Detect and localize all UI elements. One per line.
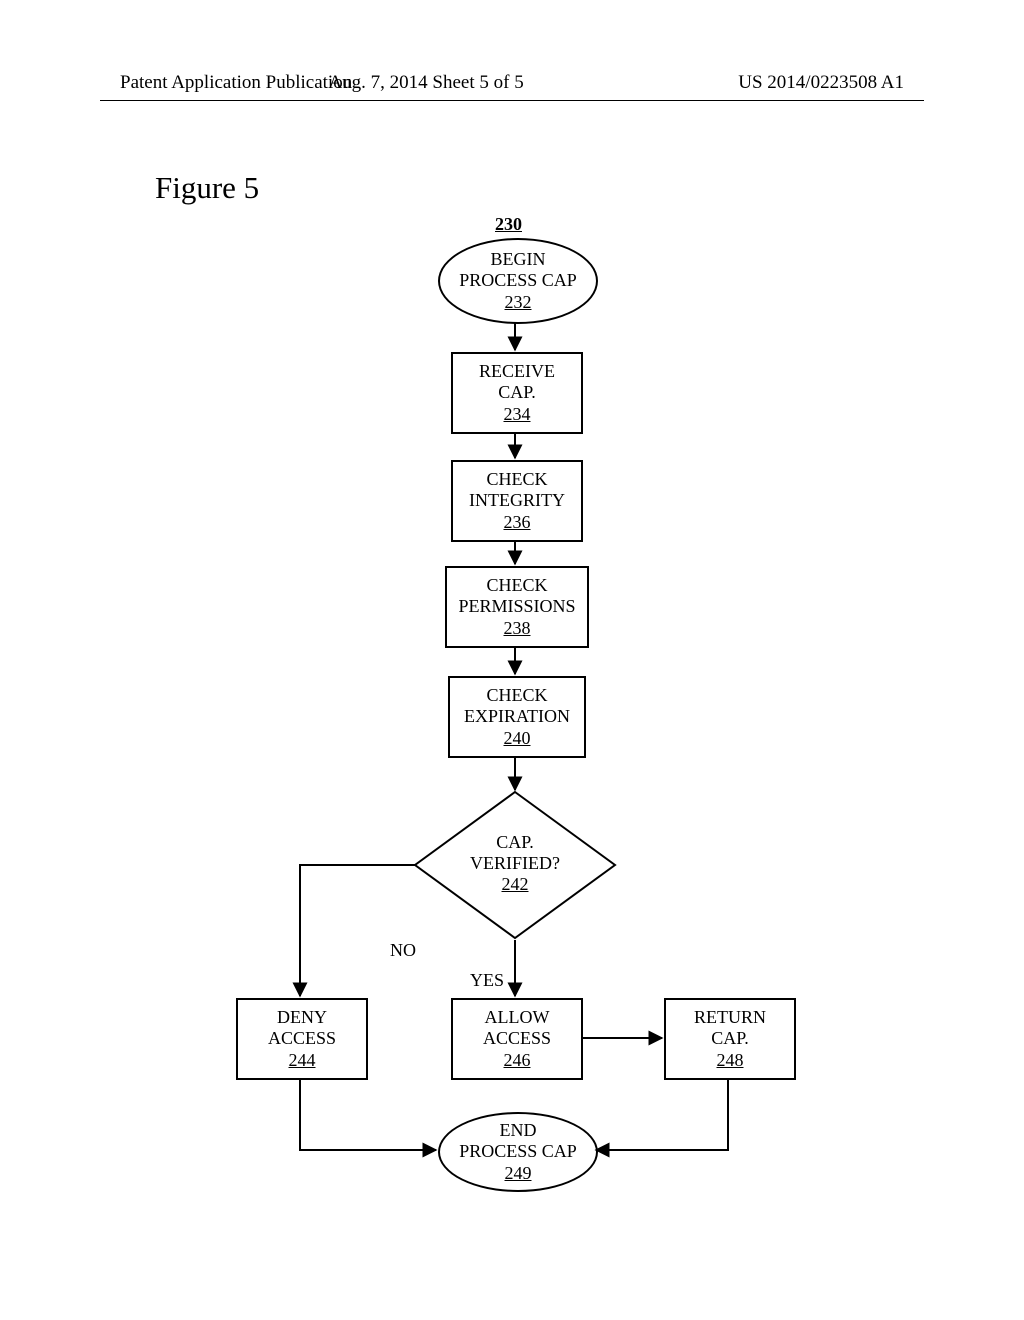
arrows: [0, 0, 1024, 1320]
page: Patent Application Publication Aug. 7, 2…: [0, 0, 1024, 1320]
